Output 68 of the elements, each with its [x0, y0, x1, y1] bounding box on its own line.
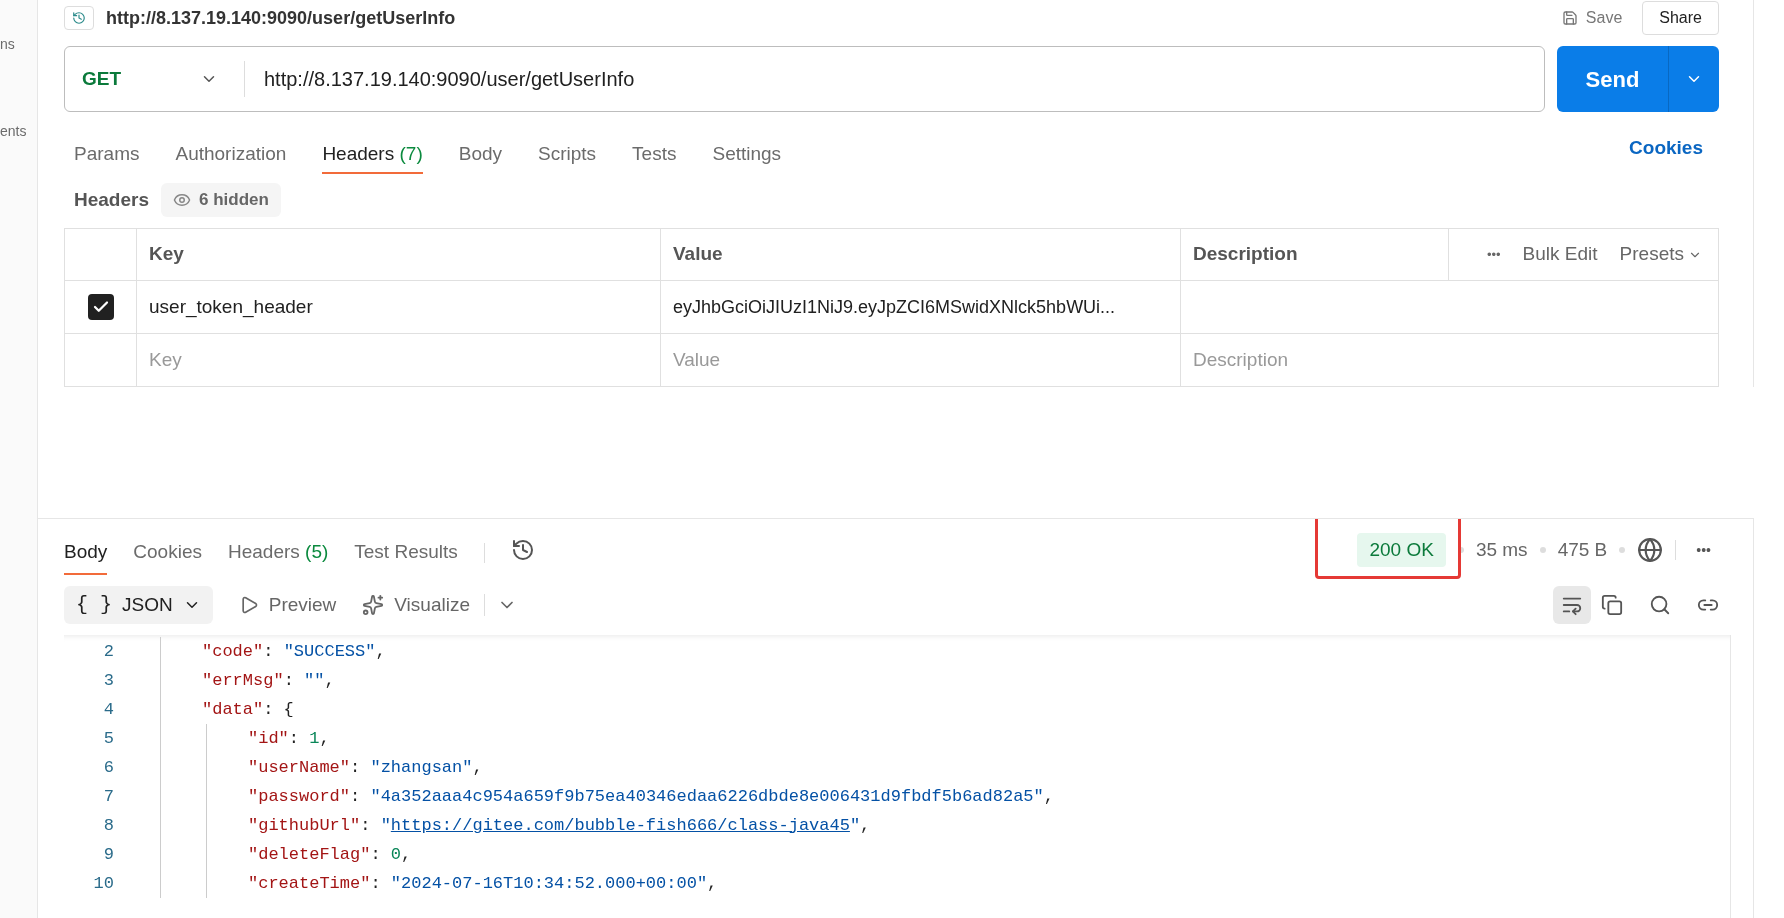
url-bar[interactable]: GET http://8.137.19.140:9090/user/getUserInfo	[64, 46, 1545, 112]
line-number: 3	[102, 669, 115, 692]
visualize-button[interactable]: Visualize	[362, 590, 470, 620]
tab[interactable]: Headers (5)	[227, 531, 329, 575]
line-number: 2	[102, 640, 115, 663]
response-time: 35 ms	[1475, 537, 1528, 562]
bulk-edit-button[interactable]: Bulk Edit	[1522, 240, 1598, 269]
line-number: 7	[102, 785, 115, 808]
tab[interactable]: Tests	[632, 136, 677, 174]
tab[interactable]: Settings	[712, 136, 782, 174]
column-header: Description	[1181, 229, 1449, 280]
tab[interactable]: Authorization	[175, 136, 287, 174]
request-title: http://8.137.19.140:9090/user/getUserInfo	[106, 6, 456, 30]
copy-icon[interactable]	[1601, 594, 1623, 616]
table-cell: user_token_header	[137, 281, 661, 333]
request-icon	[64, 6, 94, 30]
send-button[interactable]: Send	[1557, 46, 1669, 112]
table-cell: eyJhbGciOiJIUzI1NiJ9.eyJpZCI6MSwidXNlck5hbWUi...	[661, 281, 1181, 333]
sparkles-icon	[362, 594, 385, 616]
sidebar-item[interactable]: ns	[0, 34, 37, 55]
code-line: "userName": "zhangsan",	[248, 756, 483, 779]
code-line: "githubUrl": "https://gitee.com/bubble-fish666/class-java45",	[248, 814, 871, 837]
tab[interactable]: Scripts	[538, 136, 597, 174]
eye-icon	[173, 191, 191, 209]
description-input[interactable]: Description	[1181, 334, 1718, 386]
section-title: Headers	[74, 187, 149, 212]
code-line: "id": 1,	[248, 727, 330, 750]
url-input[interactable]: http://8.137.19.140:9090/user/getUserInfo	[245, 64, 635, 94]
hidden-headers-toggle[interactable]: 6 hidden	[161, 183, 281, 217]
line-number: 5	[102, 727, 115, 750]
tab[interactable]: Headers (7)	[322, 136, 423, 174]
more-button[interactable]: •••	[1688, 539, 1719, 561]
preview-button[interactable]: Preview	[238, 590, 337, 620]
code-link[interactable]: https://gitee.com/bubble-fish666/class-java45	[390, 815, 850, 835]
line-number: 8	[102, 814, 115, 837]
tab[interactable]: Body	[64, 531, 108, 575]
response-size: 475 B	[1557, 537, 1608, 562]
format-dropdown[interactable]: { } JSON	[64, 586, 213, 624]
method-select[interactable]: GET	[82, 64, 122, 94]
column-header: Key	[137, 229, 661, 280]
code-line: "errMsg": "",	[202, 669, 335, 692]
cookies-link[interactable]: Cookies	[1629, 133, 1709, 174]
search-icon[interactable]	[1649, 594, 1671, 616]
tab[interactable]: Cookies	[133, 531, 202, 575]
tab[interactable]: Body	[458, 136, 502, 174]
code-line: "deleteFlag": 0,	[248, 843, 412, 866]
column-header: Value	[661, 229, 1181, 280]
tab[interactable]: Test Results	[354, 531, 458, 575]
code-line: "code": "SUCCESS",	[202, 640, 386, 663]
sidebar-item[interactable]: ents	[0, 121, 37, 142]
code-line: "createTime": "2024-07-16T10:34:52.000+00:00",	[248, 872, 718, 895]
tab[interactable]: Params	[74, 136, 140, 174]
checkbox[interactable]	[87, 294, 114, 320]
line-number: 9	[102, 843, 115, 866]
share-button[interactable]: Share	[1642, 1, 1719, 35]
globe-icon[interactable]	[1637, 537, 1664, 563]
save-button[interactable]: Save	[1553, 6, 1631, 30]
wrap-lines-button[interactable]	[1553, 586, 1591, 624]
more-button[interactable]: •••	[1486, 244, 1501, 265]
code-line: "data": {	[202, 698, 294, 721]
value-input[interactable]: Value	[661, 334, 1181, 386]
presets-button[interactable]: Presets	[1619, 240, 1702, 269]
line-number: 4	[102, 698, 115, 721]
line-number: 10	[92, 872, 115, 895]
history-icon[interactable]	[510, 538, 535, 562]
line-number: 6	[102, 756, 115, 779]
code-line: "password": "4a352aaa4c954a659f9b75ea40346edaa6226dbde8e006431d9fbdf5b6ad82a5",	[248, 785, 1054, 808]
key-input[interactable]: Key	[137, 334, 661, 386]
